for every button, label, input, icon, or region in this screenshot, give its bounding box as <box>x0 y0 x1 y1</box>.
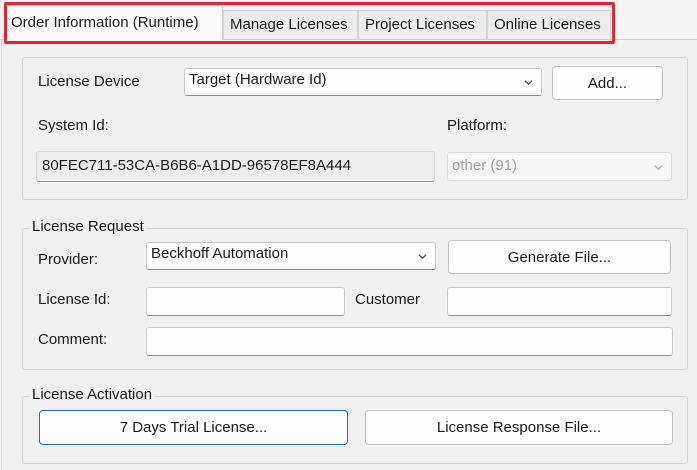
license-id-input[interactable] <box>146 287 345 316</box>
license-response-file-button[interactable]: License Response File... <box>365 410 673 445</box>
license-id-label: License Id: <box>38 291 111 308</box>
system-id-value: 80FEC711-53CA-B6B6-A1DD-96578EF8A444 <box>42 157 352 174</box>
tab-strip: Order Information (Runtime) Manage Licen… <box>0 0 697 44</box>
customer-label: Customer <box>355 291 421 308</box>
license-window: Order Information (Runtime) Manage Licen… <box>0 0 697 470</box>
comment-input[interactable] <box>146 327 673 356</box>
license-request-legend: License Request <box>29 218 147 235</box>
tab-online-licenses[interactable]: Online Licenses <box>487 10 611 39</box>
generate-file-button[interactable]: Generate File... <box>448 240 671 274</box>
add-device-button[interactable]: Add... <box>552 66 663 100</box>
tab-order-information[interactable]: Order Information (Runtime) <box>4 5 223 40</box>
system-id-label: System Id: <box>38 117 109 134</box>
provider-value: Beckhoff Automation <box>151 245 289 262</box>
tab-panel: License Device Target (Hardware Id) Add.… <box>1 40 697 470</box>
chevron-down-icon <box>524 80 533 86</box>
platform-select[interactable]: other (91) <box>447 152 672 181</box>
provider-select[interactable]: Beckhoff Automation <box>146 242 436 270</box>
license-device-select[interactable]: Target (Hardware Id) <box>184 68 542 96</box>
license-device-label: License Device <box>38 73 140 90</box>
customer-input[interactable] <box>447 287 672 316</box>
chevron-down-icon <box>418 254 427 260</box>
comment-label: Comment: <box>38 331 108 348</box>
license-device-value: Target (Hardware Id) <box>189 71 327 88</box>
provider-label: Provider: <box>38 251 99 268</box>
platform-value: other (91) <box>452 157 518 174</box>
trial-license-button[interactable]: 7 Days Trial License... <box>39 410 348 445</box>
chevron-down-icon <box>654 165 663 171</box>
license-activation-legend: License Activation <box>29 386 156 403</box>
tab-project-licenses[interactable]: Project Licenses <box>358 10 487 39</box>
platform-label: Platform: <box>447 117 508 134</box>
system-id-field[interactable]: 80FEC711-53CA-B6B6-A1DD-96578EF8A444 <box>36 151 435 182</box>
tab-manage-licenses[interactable]: Manage Licenses <box>223 10 358 39</box>
